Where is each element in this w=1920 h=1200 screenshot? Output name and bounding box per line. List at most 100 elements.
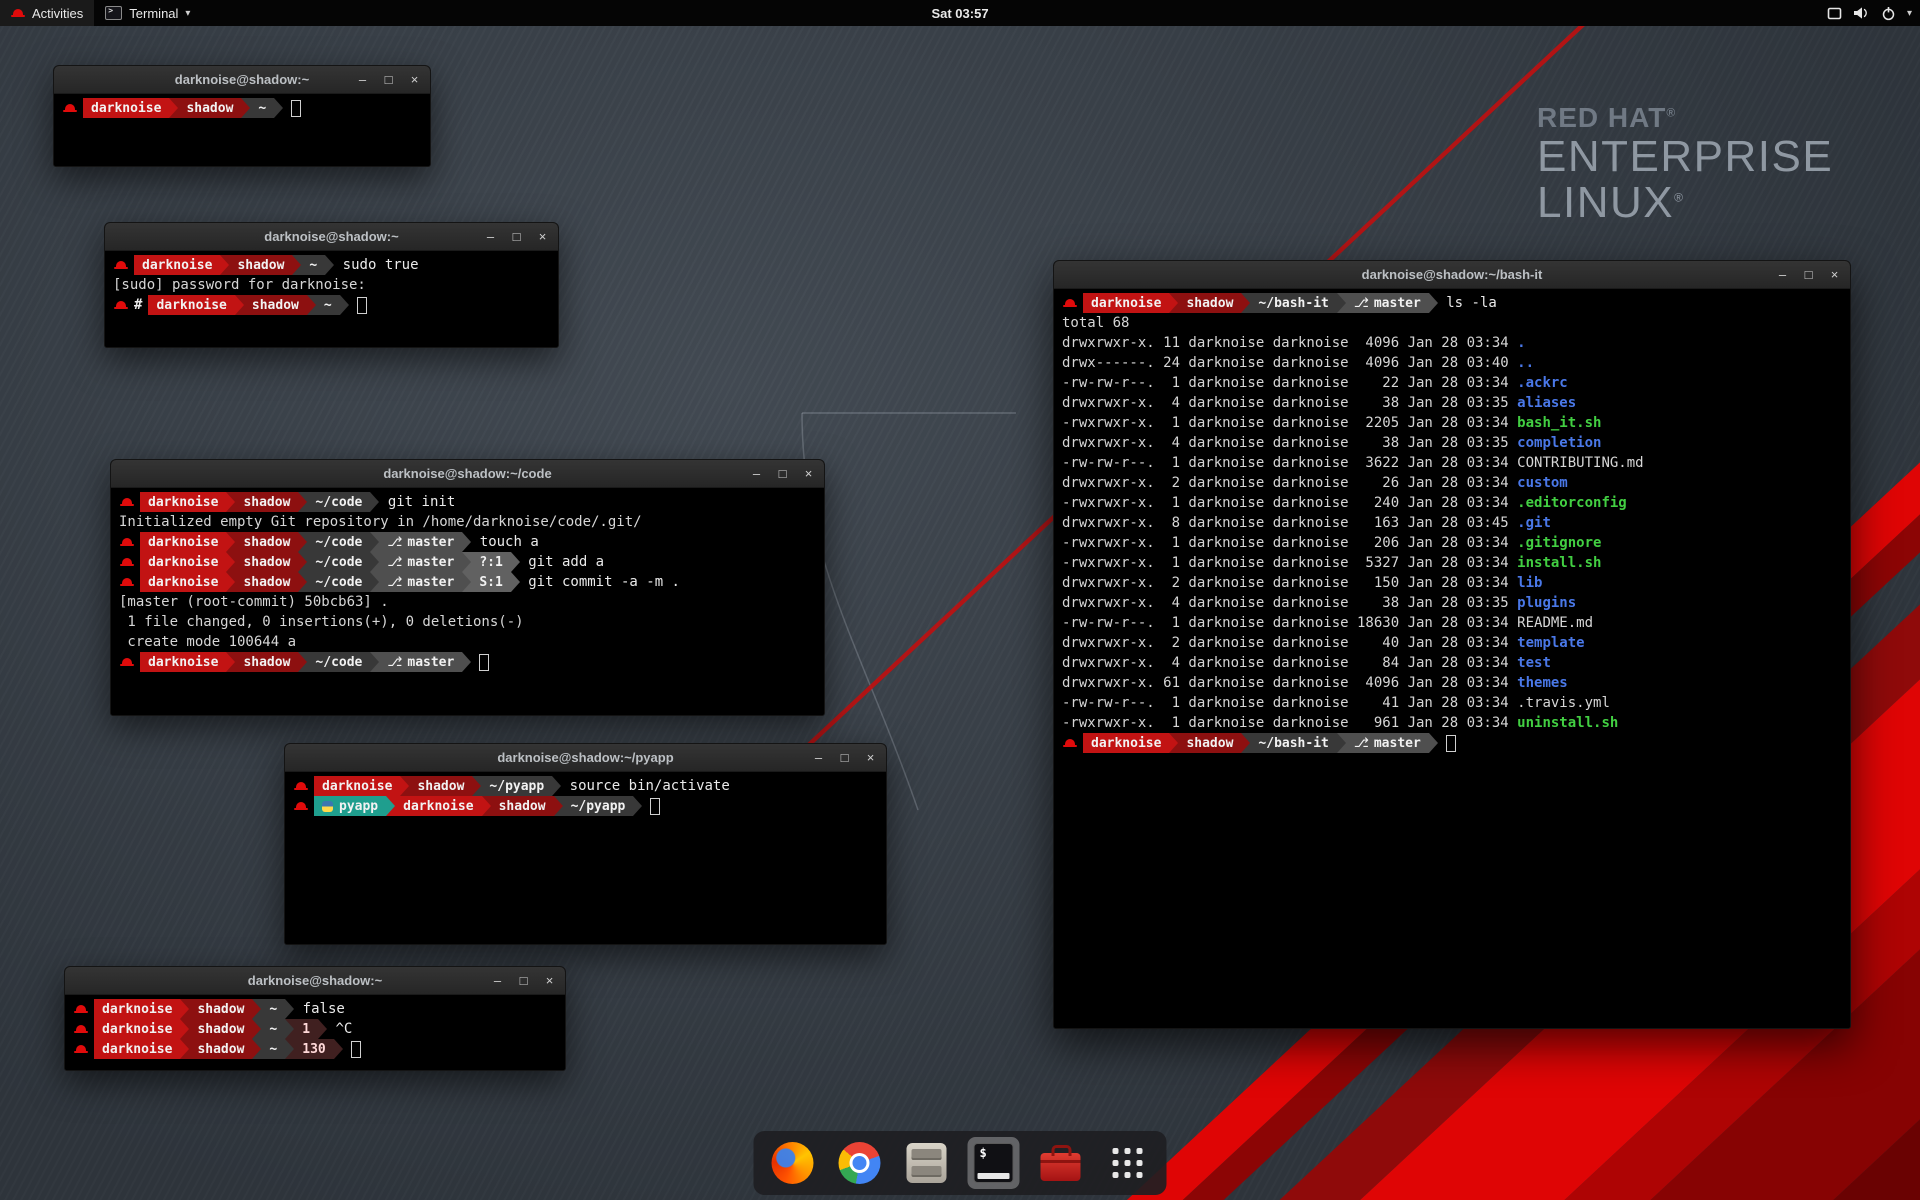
close-button[interactable]: × [802,467,815,480]
file-name: CONTRIBUTING.md [1517,455,1643,471]
powerline-arrow [462,552,471,572]
maximize-button[interactable]: □ [838,751,851,764]
prompt-segment-user: darknoise [83,98,169,118]
terminal-cursor [1446,735,1456,752]
dock-terminal[interactable] [968,1137,1020,1189]
terminal-body[interactable]: darknoiseshadow~/pyapp source bin/activa… [285,772,886,944]
maximize-button[interactable]: □ [510,230,523,243]
power-icon[interactable] [1881,6,1896,21]
activities-button[interactable]: Activities [0,0,94,26]
prompt-segment-path: ~/code [307,572,370,592]
file-name: completion [1517,435,1601,451]
redhat-prompt-icon [74,1004,88,1015]
prompt-segment-git: ⎇master [379,652,462,672]
chevron-down-icon: ▾ [185,8,190,19]
prompt-segment-host: shadow [178,98,241,118]
powerline-arrow [370,552,379,572]
terminal-body[interactable]: darknoiseshadow~ falsedarknoiseshadow~1 … [65,995,565,1070]
file-name: themes [1517,675,1568,691]
minimize-button[interactable]: – [750,467,763,480]
powerline-arrow [241,98,250,118]
terminal-window-code: darknoise@shadow:~/code – □ × darknoises… [110,459,825,716]
window-titlebar[interactable]: darknoise@shadow:~ – □ × [105,223,558,251]
terminal-body[interactable]: darknoise shadow ~ [54,94,430,166]
window-titlebar[interactable]: darknoise@shadow:~ – □ × [65,967,565,995]
segment-text: ~ [269,1002,277,1017]
powerline-arrow [298,492,307,512]
top-bar: Activities Terminal ▾ Sat 03:57 ▾ [0,0,1920,26]
prompt-segment-path: ~/code [307,652,370,672]
prompt-segment-path: ~ [250,98,274,118]
close-button[interactable]: × [408,73,421,86]
file-listing-line: drwxrwxr-x. 8 darknoise darknoise 163 Ja… [1062,513,1842,533]
powerline-arrow [482,796,491,816]
file-listing-line: drwxrwxr-x. 4 darknoise darknoise 84 Jan… [1062,653,1842,673]
file-listing-line: drwxrwxr-x. 61 darknoise darknoise 4096 … [1062,673,1842,693]
segment-text: shadow [243,535,290,550]
window-titlebar[interactable]: darknoise@shadow:~/pyapp – □ × [285,744,886,772]
file-listing-line: drwxrwxr-x. 11 darknoise darknoise 4096 … [1062,333,1842,353]
segment-text: ~/code [315,575,362,590]
git-branch-icon: ⎇ [387,575,402,590]
prompt-segment-user: darknoise [94,1039,180,1059]
dock-files[interactable] [901,1137,953,1189]
terminal-body[interactable]: darknoiseshadow~/bash-it⎇master ls -lato… [1054,289,1850,1028]
maximize-button[interactable]: □ [517,974,530,987]
window-titlebar[interactable]: darknoise@shadow:~ – □ × [54,66,430,94]
minimize-button[interactable]: – [1776,268,1789,281]
powerline-arrow [298,532,307,552]
dock-toolbox[interactable] [1035,1137,1087,1189]
segment-text: shadow [197,1002,244,1017]
file-listing-line: drwxrwxr-x. 2 darknoise darknoise 26 Jan… [1062,473,1842,493]
powerline-arrow [1241,733,1250,753]
file-meta: -rwxrwxr-x. 1 darknoise darknoise 240 Ja… [1062,495,1517,511]
prompt-segment-host: shadow [235,532,298,552]
minimize-button[interactable]: – [484,230,497,243]
segment-text: ~/pyapp [571,799,626,814]
window-titlebar[interactable]: darknoise@shadow:~/code – □ × [111,460,824,488]
grid-dot [1137,1160,1143,1166]
segment-text: shadow [1186,736,1233,751]
terminal-prompt-line: darknoiseshadow~ false [73,999,557,1019]
window-tray-icon[interactable] [1827,7,1842,20]
minimize-button[interactable]: – [356,73,369,86]
dock-firefox[interactable] [767,1137,819,1189]
segment-text: darknoise [156,298,226,313]
powerline-arrow [274,98,283,118]
maximize-button[interactable]: □ [776,467,789,480]
segment-text: ~ [258,101,266,116]
terminal-body[interactable]: darknoiseshadow~ sudo true[sudo] passwor… [105,251,558,347]
minimize-button[interactable]: – [812,751,825,764]
grid-dot [1125,1148,1131,1154]
file-listing-line: drwxrwxr-x. 2 darknoise darknoise 40 Jan… [1062,633,1842,653]
git-branch-icon: ⎇ [387,555,402,570]
maximize-button[interactable]: □ [1802,268,1815,281]
close-button[interactable]: × [536,230,549,243]
segment-text: ~/code [315,535,362,550]
system-status-area[interactable]: ▾ [1827,0,1912,26]
close-button[interactable]: × [864,751,877,764]
prompt-segment-host: shadow [189,1039,252,1059]
close-button[interactable]: × [543,974,556,987]
close-button[interactable]: × [1828,268,1841,281]
powerline-arrow [292,255,301,275]
window-title: darknoise@shadow:~/bash-it [1362,267,1543,282]
prompt-segment-user: darknoise [94,1019,180,1039]
window-titlebar[interactable]: darknoise@shadow:~/bash-it – □ × [1054,261,1850,289]
terminal-body[interactable]: darknoiseshadow~/code git initInitialize… [111,488,824,715]
terminal-window-pyapp: darknoise@shadow:~/pyapp – □ × darknoise… [284,743,887,945]
app-menu-terminal[interactable]: Terminal ▾ [94,0,201,26]
dock-app-grid[interactable] [1102,1137,1154,1189]
powerline-arrow [1241,293,1250,313]
window-controls: – □ × [484,223,549,250]
redhat-prompt-icon [294,801,308,812]
window-controls: – □ × [1776,261,1841,288]
maximize-button[interactable]: □ [382,73,395,86]
powerline-arrow [370,652,379,672]
clock[interactable]: Sat 03:57 [931,6,988,21]
minimize-button[interactable]: – [491,974,504,987]
file-listing-line: -rwxrwxr-x. 1 darknoise darknoise 2205 J… [1062,413,1842,433]
dock-chrome[interactable] [834,1137,886,1189]
volume-icon[interactable] [1853,6,1870,20]
command-text: git init [379,494,455,510]
